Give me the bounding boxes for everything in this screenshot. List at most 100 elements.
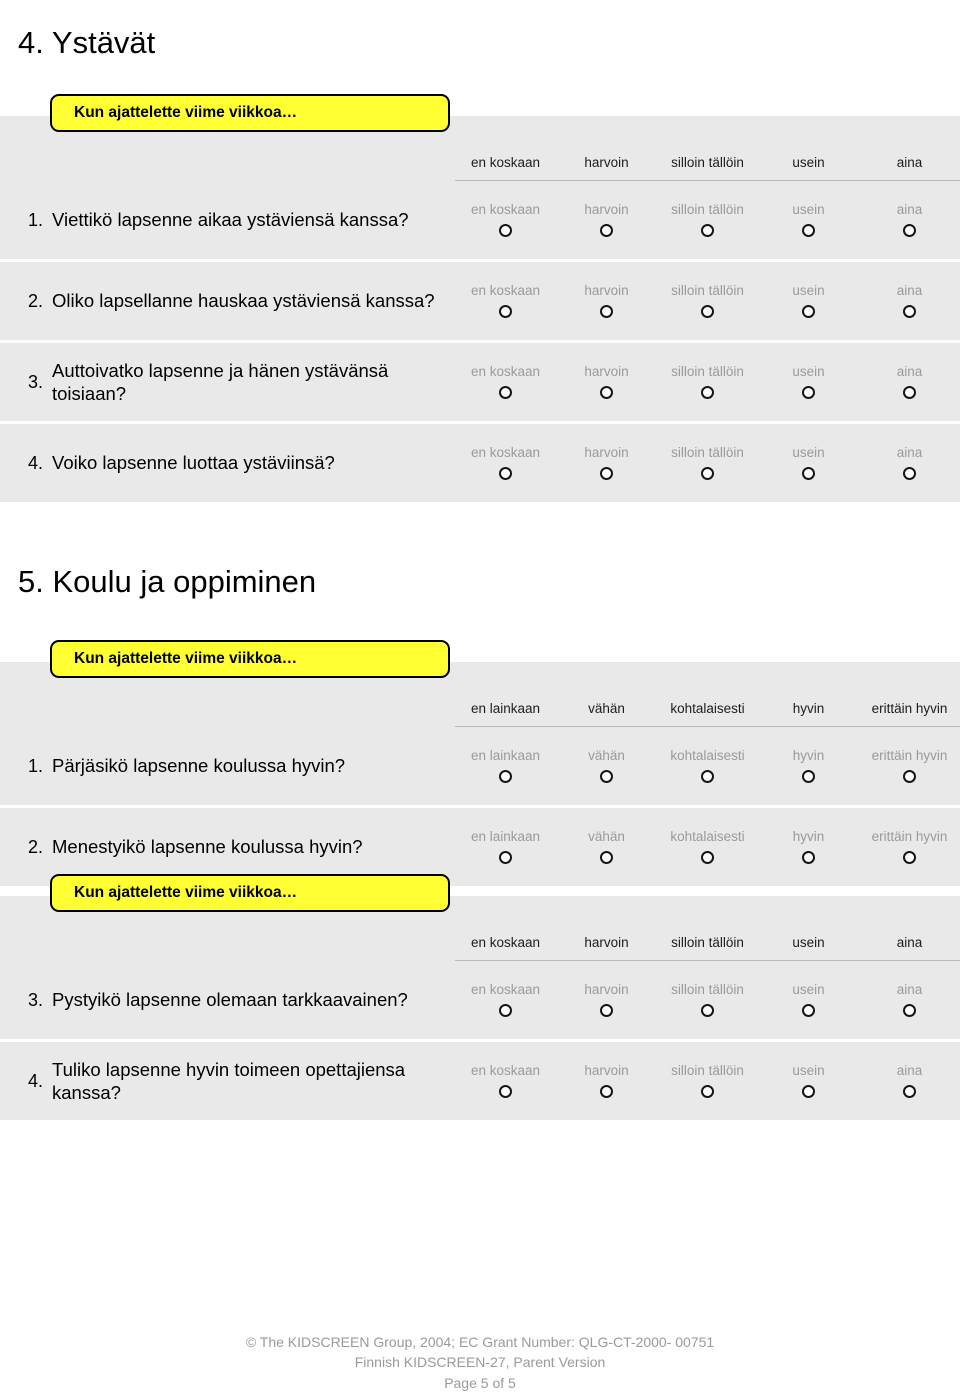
answer-option[interactable]: harvoin	[556, 284, 657, 318]
answer-option[interactable]: erittäin hyvin	[859, 749, 960, 783]
answer-option[interactable]: aina	[859, 284, 960, 318]
instruction-banner: Kun ajattelette viime viikkoa…	[50, 94, 450, 132]
table-row: 1. Viettikö lapsenne aikaa ystäviensä ka…	[0, 181, 960, 262]
answer-option[interactable]: usein	[758, 983, 859, 1017]
radio-button[interactable]	[499, 385, 512, 399]
answer-option[interactable]: usein	[758, 203, 859, 237]
answer-option[interactable]: aina	[859, 983, 960, 1017]
answer-label: usein	[792, 202, 825, 218]
answer-option[interactable]: vähän	[556, 749, 657, 783]
scale-header-label: silloin tällöin	[671, 935, 744, 951]
answer-option[interactable]: en lainkaan	[455, 830, 556, 864]
answer-option[interactable]: silloin tällöin	[657, 203, 758, 237]
radio-button[interactable]	[600, 769, 613, 783]
answer-option[interactable]: vähän	[556, 830, 657, 864]
radio-button[interactable]	[701, 223, 714, 237]
table-row: 1. Pärjäsikö lapsenne koulussa hyvin? en…	[0, 727, 960, 808]
page-footer: © The KIDSCREEN Group, 2004; EC Grant Nu…	[0, 1332, 960, 1393]
scale-header-label: hyvin	[792, 701, 825, 717]
radio-button[interactable]	[701, 1003, 714, 1017]
radio-button[interactable]	[802, 1084, 815, 1098]
answer-option[interactable]: silloin tällöin	[657, 446, 758, 480]
answer-option[interactable]: kohtalaisesti	[657, 749, 758, 783]
radio-button[interactable]	[903, 850, 916, 864]
radio-button[interactable]	[701, 385, 714, 399]
radio-button[interactable]	[903, 1084, 916, 1098]
answer-option[interactable]: hyvin	[758, 749, 859, 783]
radio-button[interactable]	[600, 385, 613, 399]
radio-button[interactable]	[903, 304, 916, 318]
radio-button[interactable]	[903, 1003, 916, 1017]
answer-option[interactable]: en koskaan	[455, 1064, 556, 1098]
answer-label: en lainkaan	[470, 748, 541, 764]
answer-options: en koskaan harvoin silloin tällöin usein	[455, 181, 960, 259]
radio-button[interactable]	[802, 466, 815, 480]
radio-button[interactable]	[499, 1084, 512, 1098]
answer-option[interactable]: usein	[758, 446, 859, 480]
answer-option[interactable]: silloin tällöin	[657, 365, 758, 399]
answer-option[interactable]: aina	[859, 1064, 960, 1098]
answer-option[interactable]: erittäin hyvin	[859, 830, 960, 864]
radio-button[interactable]	[802, 1003, 815, 1017]
answer-label: kohtalaisesti	[670, 748, 745, 764]
answer-option[interactable]: en koskaan	[455, 365, 556, 399]
radio-button[interactable]	[802, 223, 815, 237]
answer-option[interactable]: usein	[758, 1064, 859, 1098]
answer-option[interactable]: en lainkaan	[455, 749, 556, 783]
answer-option[interactable]: usein	[758, 284, 859, 318]
radio-button[interactable]	[499, 850, 512, 864]
answer-option[interactable]: kohtalaisesti	[657, 830, 758, 864]
answer-option[interactable]: en koskaan	[455, 983, 556, 1017]
answer-option[interactable]: harvoin	[556, 983, 657, 1017]
radio-button[interactable]	[802, 304, 815, 318]
radio-button[interactable]	[600, 1003, 613, 1017]
radio-button[interactable]	[701, 1084, 714, 1098]
answer-label: silloin tällöin	[671, 982, 744, 998]
radio-button[interactable]	[600, 1084, 613, 1098]
radio-button[interactable]	[600, 850, 613, 864]
answer-option[interactable]: harvoin	[556, 1064, 657, 1098]
radio-button[interactable]	[701, 850, 714, 864]
radio-button[interactable]	[499, 304, 512, 318]
radio-button[interactable]	[600, 223, 613, 237]
radio-button[interactable]	[600, 304, 613, 318]
radio-button[interactable]	[903, 466, 916, 480]
answer-option[interactable]: silloin tällöin	[657, 284, 758, 318]
answer-option[interactable]: en koskaan	[455, 446, 556, 480]
answer-option[interactable]: silloin tällöin	[657, 983, 758, 1017]
answer-option[interactable]: aina	[859, 365, 960, 399]
section-heading-friends: 4. Ystävät	[18, 24, 156, 60]
answer-option[interactable]: harvoin	[556, 446, 657, 480]
answer-label: en koskaan	[470, 1063, 541, 1079]
table-row: 4. Voiko lapsenne luottaa ystäviinsä? en…	[0, 424, 960, 502]
answer-option[interactable]: aina	[859, 203, 960, 237]
answer-option[interactable]: harvoin	[556, 365, 657, 399]
answer-label: en koskaan	[470, 364, 541, 380]
radio-button[interactable]	[802, 385, 815, 399]
radio-button[interactable]	[499, 223, 512, 237]
radio-button[interactable]	[600, 466, 613, 480]
radio-button[interactable]	[499, 466, 512, 480]
answer-option[interactable]: usein	[758, 365, 859, 399]
radio-button[interactable]	[903, 223, 916, 237]
answer-option[interactable]: harvoin	[556, 203, 657, 237]
radio-button[interactable]	[903, 385, 916, 399]
questionnaire-page: 4. Ystävät en koskaan harvoin silloin tä…	[0, 0, 960, 1398]
radio-button[interactable]	[701, 769, 714, 783]
answer-label: kohtalaisesti	[670, 829, 745, 845]
radio-button[interactable]	[701, 466, 714, 480]
answer-option[interactable]: hyvin	[758, 830, 859, 864]
answer-option[interactable]: en koskaan	[455, 284, 556, 318]
answer-label: usein	[792, 1063, 825, 1079]
radio-button[interactable]	[802, 769, 815, 783]
radio-button[interactable]	[499, 1003, 512, 1017]
radio-button[interactable]	[903, 769, 916, 783]
radio-button[interactable]	[802, 850, 815, 864]
answer-label: harvoin	[584, 364, 629, 380]
radio-button[interactable]	[499, 769, 512, 783]
answer-option[interactable]: aina	[859, 446, 960, 480]
radio-button[interactable]	[701, 304, 714, 318]
answer-option[interactable]: en koskaan	[455, 203, 556, 237]
question-text: Pärjäsikö lapsenne koulussa hyvin?	[52, 755, 346, 777]
answer-option[interactable]: silloin tällöin	[657, 1064, 758, 1098]
